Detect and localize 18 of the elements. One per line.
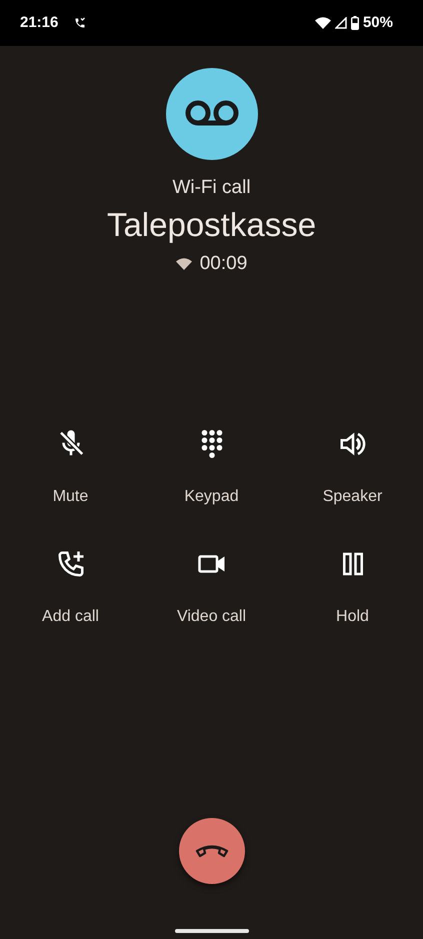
hang-up-icon bbox=[194, 844, 230, 858]
call-type-label: Wi-Fi call bbox=[172, 176, 251, 200]
battery-percentage: 50% bbox=[362, 12, 393, 33]
video-button[interactable]: Video call bbox=[141, 548, 282, 629]
signal-icon bbox=[334, 17, 347, 29]
battery-icon bbox=[350, 16, 359, 30]
speaker-button[interactable]: Speaker bbox=[282, 428, 423, 509]
wifi-icon bbox=[176, 258, 192, 270]
phone-call-icon bbox=[74, 17, 86, 29]
add-call-icon bbox=[56, 548, 86, 579]
hold-button[interactable]: Hold bbox=[282, 548, 423, 629]
caller-name: Talepostkasse bbox=[106, 204, 316, 244]
mute-button[interactable]: Mute bbox=[0, 428, 141, 509]
wifi-icon bbox=[314, 17, 331, 29]
status-time: 21:16 bbox=[20, 12, 58, 33]
call-duration: 00:09 bbox=[200, 252, 248, 276]
add-button[interactable]: Add call bbox=[0, 548, 141, 629]
keypad-button[interactable]: Keypad bbox=[141, 428, 282, 509]
